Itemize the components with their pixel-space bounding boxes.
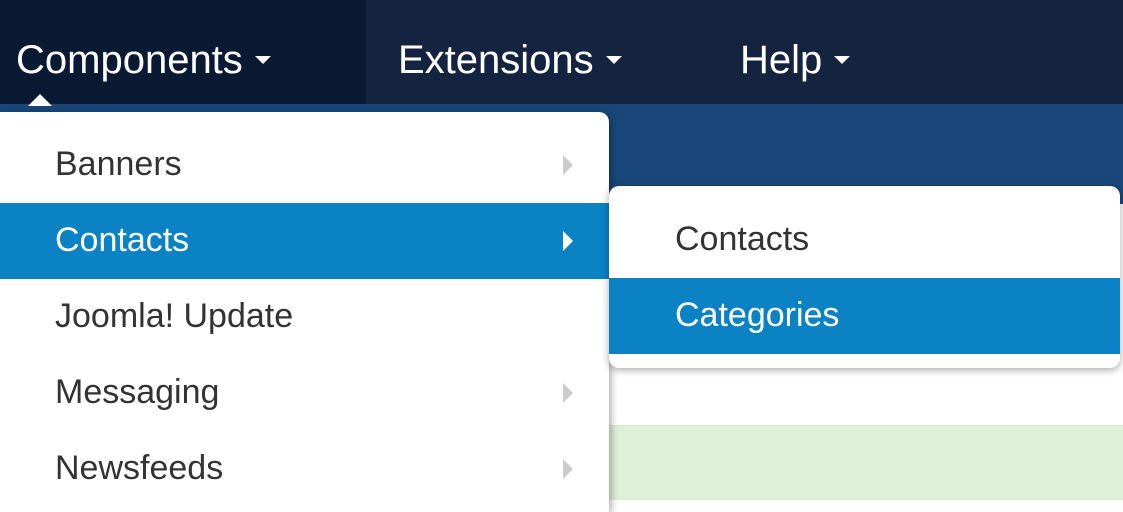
nav-components-label: Components: [16, 38, 243, 82]
caret-down-icon: [605, 56, 622, 65]
menu-item-newsfeeds[interactable]: Newsfeeds: [0, 431, 609, 507]
top-navbar: Components Extensions Help: [0, 0, 1123, 104]
nav-extensions-label: Extensions: [398, 38, 594, 82]
components-dropdown-menu: Banners Contacts Joomla! Update Messagin…: [0, 112, 609, 512]
contacts-submenu: Contacts Categories: [609, 186, 1120, 368]
nav-components[interactable]: Components: [16, 30, 271, 90]
menu-item-contacts[interactable]: Contacts: [0, 203, 609, 279]
chevron-right-icon: [563, 459, 573, 479]
menu-item-label: Joomla! Update: [55, 297, 294, 335]
nav-help-label: Help: [740, 38, 823, 82]
chevron-right-icon: [563, 155, 573, 175]
menu-item-label: Banners: [55, 145, 182, 183]
submenu-item-label: Contacts: [675, 220, 810, 258]
menu-item-banners[interactable]: Banners: [0, 127, 609, 203]
menu-item-joomla-update[interactable]: Joomla! Update: [0, 279, 609, 355]
menu-item-label: Newsfeeds: [55, 449, 224, 487]
nav-help[interactable]: Help: [740, 30, 851, 90]
caret-down-icon: [834, 56, 851, 65]
chevron-right-icon: [563, 231, 573, 251]
success-alert-box: [520, 425, 1123, 500]
submenu-item-label: Categories: [675, 296, 840, 334]
submenu-item-categories[interactable]: Categories: [609, 278, 1120, 354]
dropdown-pointer-icon: [28, 94, 52, 106]
menu-item-messaging[interactable]: Messaging: [0, 355, 609, 431]
submenu-item-contacts[interactable]: Contacts: [609, 202, 1120, 278]
caret-down-icon: [254, 56, 271, 65]
chevron-right-icon: [563, 383, 573, 403]
menu-item-label: Messaging: [55, 373, 220, 411]
menu-item-label: Contacts: [55, 221, 190, 259]
nav-extensions[interactable]: Extensions: [398, 30, 622, 90]
